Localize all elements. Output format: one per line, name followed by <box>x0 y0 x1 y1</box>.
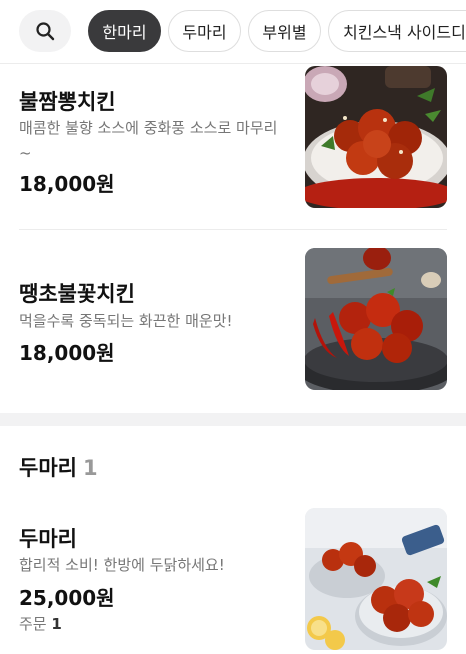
item-description: 합리적 소비! 한방에 두닭하세요! <box>19 556 225 574</box>
section-title-text: 두마리 <box>19 456 77 480</box>
item-photo <box>305 508 447 650</box>
chip-snack-side[interactable]: 치킨스낵 사이드디쉬 <box>328 10 466 52</box>
item-name: 두마리 <box>19 527 77 551</box>
section-separator <box>0 413 466 426</box>
menu-item[interactable]: 불짬뽕치킨 매콤한 불향 소스에 중화풍 소스로 마무리 ~ 18,000원 <box>0 64 466 229</box>
chip-double[interactable]: 두마리 <box>168 10 241 52</box>
order-count-label: 주문 <box>19 615 47 633</box>
menu-item[interactable]: 두마리 합리적 소비! 한방에 두닭하세요! 25,000원 주문 1 <box>0 500 466 654</box>
item-description-cont: ~ <box>19 144 32 162</box>
menu-item[interactable]: 땡초불꽃치킨 먹을수록 중독되는 화끈한 매운맛! 18,000원 <box>0 230 466 410</box>
item-price: 18,000원 <box>19 341 115 365</box>
item-price: 18,000원 <box>19 172 115 196</box>
item-name: 불짬뽕치킨 <box>19 90 116 114</box>
chip-parts[interactable]: 부위별 <box>248 10 321 52</box>
item-photo <box>305 248 447 390</box>
search-icon <box>36 22 55 41</box>
search-button[interactable] <box>19 10 71 52</box>
chip-single[interactable]: 한마리 <box>88 10 161 52</box>
section-title: 두마리 1 <box>19 452 98 482</box>
section-count: 1 <box>82 456 98 480</box>
order-count: 주문 1 <box>19 613 62 634</box>
item-price: 25,000원 <box>19 586 115 610</box>
order-count-value: 1 <box>51 615 62 633</box>
item-name: 땡초불꽃치킨 <box>19 282 135 306</box>
item-description: 먹을수록 중독되는 화끈한 매운맛! <box>19 312 233 330</box>
category-bar: 한마리 두마리 부위별 치킨스낵 사이드디쉬 <box>0 0 466 64</box>
item-photo <box>305 66 447 208</box>
item-description: 매콤한 불향 소스에 중화풍 소스로 마무리 <box>19 119 278 137</box>
